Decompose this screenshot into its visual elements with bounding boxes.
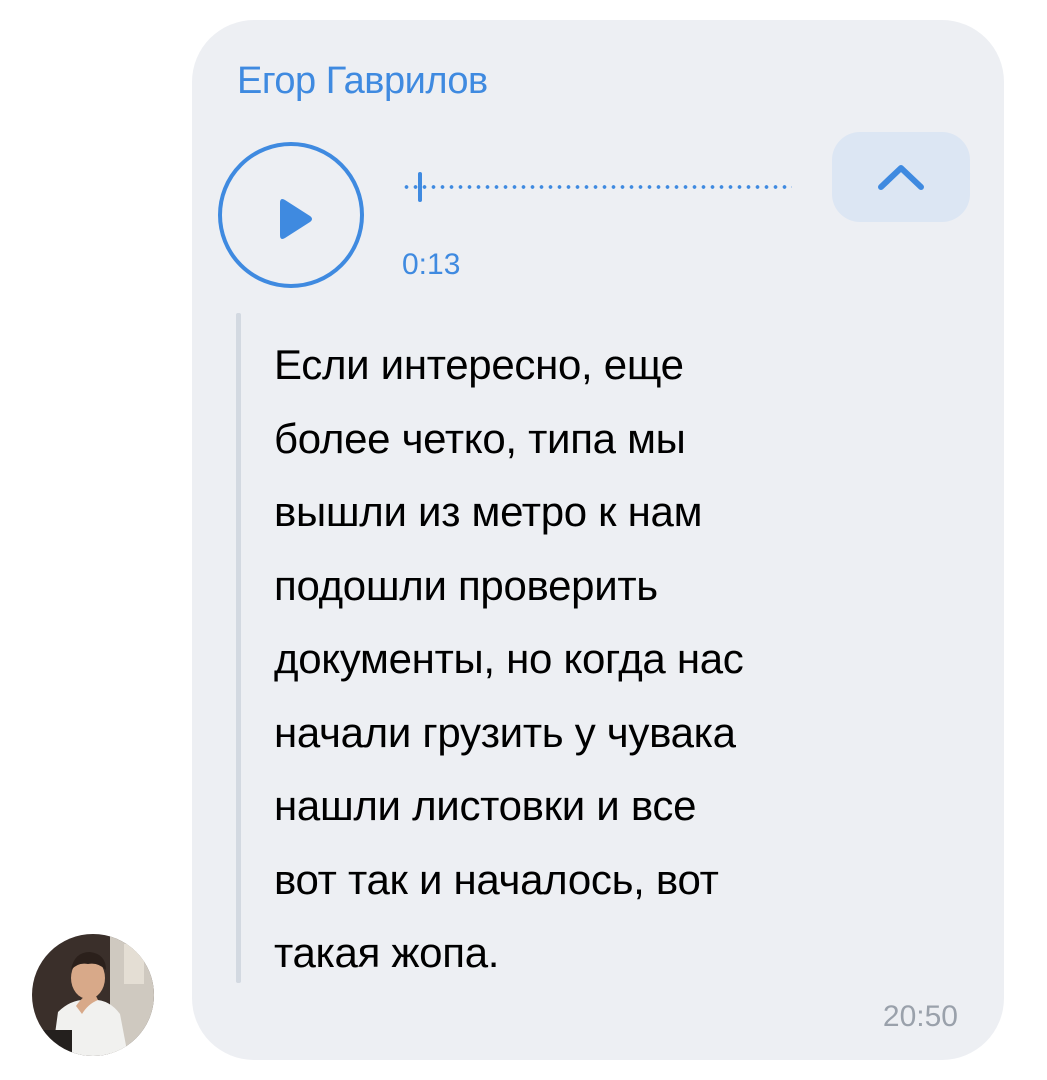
play-button[interactable] bbox=[218, 142, 364, 288]
transcript-line: такая жопа. bbox=[274, 929, 500, 976]
transcript-line: более четко, типа мы bbox=[274, 414, 686, 462]
transcript-line: нашли листовки и все bbox=[274, 782, 697, 829]
transcript-line: Если интересно, еще bbox=[274, 341, 684, 388]
chevron-up-icon bbox=[878, 165, 924, 190]
waveform-bars bbox=[402, 185, 792, 189]
transcript-line: подошли проверить bbox=[274, 561, 658, 609]
voice-transcript: Если интересно, еще более четко, типа мы… bbox=[274, 328, 954, 990]
transcript-line: вот так и началось, вот bbox=[274, 855, 719, 903]
message-bubble: Егор Гаврилов 0:13 Если интересно, еще б… bbox=[192, 20, 1004, 1060]
playback-position bbox=[418, 172, 422, 202]
audio-duration: 0:13 bbox=[402, 248, 461, 281]
collapse-transcript-button[interactable] bbox=[832, 132, 970, 222]
avatar-photo bbox=[32, 934, 154, 1056]
message-time: 20:50 bbox=[882, 1000, 958, 1033]
avatar[interactable] bbox=[32, 934, 154, 1056]
transcript-line: начали грузить у чувака bbox=[274, 708, 736, 756]
transcript-line: документы, но когда нас bbox=[274, 635, 744, 682]
sender-name[interactable]: Егор Гаврилов bbox=[237, 60, 488, 103]
transcript-divider bbox=[236, 313, 241, 983]
transcript-line: вышли из метро к нам bbox=[274, 488, 703, 535]
play-icon bbox=[280, 199, 312, 239]
audio-waveform[interactable] bbox=[402, 170, 792, 204]
